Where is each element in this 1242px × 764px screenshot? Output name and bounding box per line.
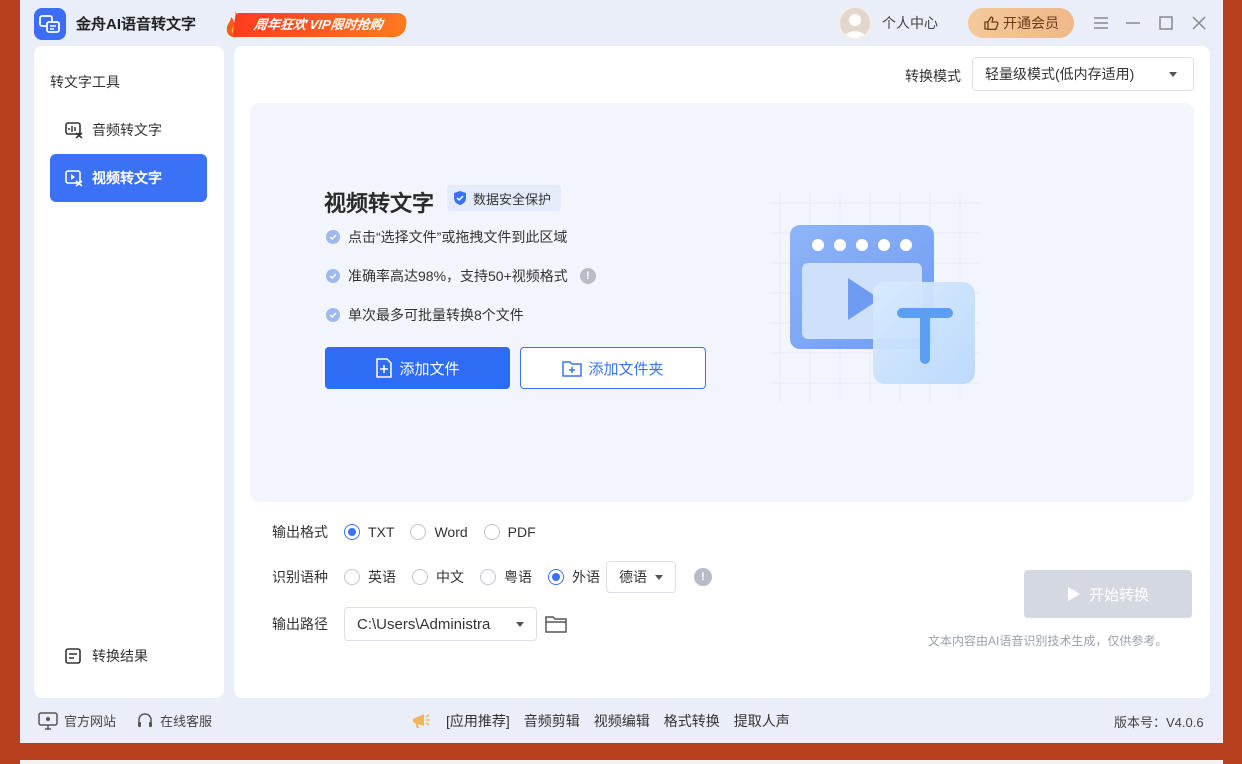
radio-english[interactable]: 英语 — [344, 567, 396, 587]
monitor-icon — [38, 711, 58, 730]
version-label: 版本号：V4.0.6 — [1114, 715, 1204, 730]
add-folder-icon — [562, 361, 583, 377]
start-convert-button[interactable]: 开始转换 — [1024, 570, 1192, 618]
recommend-label: [应用推荐] — [446, 713, 510, 729]
sidebar-heading: 转文字工具 — [50, 74, 120, 90]
feature-text: 单次最多可批量转换8个文件 — [348, 307, 524, 323]
radio-txt[interactable]: TXT — [344, 524, 394, 540]
output-format-label: 输出格式 — [272, 524, 328, 540]
sidebar-result-label: 转换结果 — [92, 648, 148, 664]
sidebar-item-label: 视频转文字 — [92, 170, 162, 186]
user-center-label: 个人中心 — [882, 15, 938, 31]
chevron-down-icon — [655, 574, 663, 580]
sidebar-item-video-to-text[interactable]: 视频转文字 — [50, 154, 207, 202]
radio-foreign[interactable]: 外语 — [548, 567, 600, 587]
output-path-label: 输出路径 — [272, 616, 328, 632]
minimize-icon[interactable] — [1122, 12, 1144, 34]
sidebar-item-results[interactable]: 转换结果 — [64, 646, 148, 666]
feature-line: 单次最多可批量转换8个文件 — [326, 305, 524, 325]
menu-icon[interactable] — [1090, 12, 1112, 34]
shield-icon — [454, 191, 466, 205]
app-recommend-bar: [应用推荐] 音频剪辑 视频编辑 格式转换 提取人声 — [410, 711, 790, 731]
info-icon[interactable]: ! — [694, 568, 712, 586]
vip-button-label: 开通会员 — [1003, 15, 1059, 31]
feature-line: 准确率高达98%，支持50+视频格式 ! — [326, 266, 596, 286]
background-window-edge — [20, 760, 1223, 764]
promo-text: 周年狂欢 VIP限时抢购 — [232, 13, 408, 37]
official-website-label: 官方网站 — [64, 714, 117, 729]
footer-link-audio-edit[interactable]: 音频剪辑 — [524, 711, 580, 731]
disclaimer: 文本内容由AI语音识别技术生成，仅供参考。 — [928, 634, 1168, 648]
add-folder-button[interactable]: 添加文件夹 — [520, 347, 706, 389]
chevron-down-icon — [1169, 72, 1177, 77]
thumb-up-icon — [984, 16, 999, 31]
app-title: 金舟AI语音转文字 — [76, 16, 197, 33]
main-panel: 转换模式 轻量级模式(低内存适用) 视频转文字 数据安全保护 点击“选择文件”或… — [234, 46, 1210, 698]
language-row: 识别语种 英语 中文 粤语 外语 德语 ! — [272, 561, 712, 593]
app-logo-icon — [34, 8, 66, 40]
title-bar: 金舟AI语音转文字 周年狂欢 VIP限时抢购 个人中心 开通会员 — [20, 0, 1223, 46]
folder-icon[interactable] — [545, 615, 567, 633]
maximize-icon[interactable] — [1155, 12, 1177, 34]
avatar — [838, 6, 872, 40]
output-format-row: 输出格式 TXT Word PDF — [272, 522, 552, 542]
start-convert-label: 开始转换 — [1088, 586, 1149, 604]
check-icon — [326, 308, 340, 322]
footer-link-format-convert[interactable]: 格式转换 — [664, 711, 720, 731]
language-label: 识别语种 — [272, 569, 328, 585]
radio-cantonese[interactable]: 粤语 — [480, 567, 532, 587]
online-service-link[interactable]: 在线客服 — [136, 711, 212, 730]
headset-icon — [138, 712, 152, 727]
check-icon — [326, 269, 340, 283]
vip-button[interactable]: 开通会员 — [968, 8, 1074, 38]
radio-word[interactable]: Word — [410, 524, 468, 540]
document-icon — [65, 648, 81, 664]
page-title: 视频转文字 — [324, 191, 435, 216]
sidebar-item-label: 音频转文字 — [92, 122, 162, 138]
online-service-label: 在线客服 — [160, 714, 213, 729]
footer-link-extract-voice[interactable]: 提取人声 — [734, 711, 790, 731]
security-badge-label: 数据安全保护 — [473, 191, 552, 207]
chevron-down-icon — [516, 621, 524, 627]
play-icon — [1067, 587, 1080, 601]
footer-link-video-edit[interactable]: 视频编辑 — [594, 711, 650, 731]
output-path-row: 输出路径 C:\Users\Administra — [272, 607, 567, 641]
sidebar: 转文字工具 音频转文字 视频转文字 转换结果 — [34, 46, 224, 698]
add-file-label: 添加文件 — [399, 360, 460, 378]
official-website-link[interactable]: 官方网站 — [38, 711, 116, 730]
mode-select-value: 轻量级模式(低内存适用) — [985, 66, 1135, 82]
mode-label: 转换模式 — [905, 68, 961, 84]
security-badge: 数据安全保护 — [447, 185, 562, 211]
audio-text-icon — [65, 122, 83, 139]
output-path-value: C:\Users\Administra — [357, 615, 491, 633]
user-center[interactable]: 个人中心 — [838, 6, 938, 40]
radio-chinese[interactable]: 中文 — [412, 567, 464, 587]
feature-text: 点击“选择文件”或拖拽文件到此区域 — [348, 229, 568, 245]
sidebar-item-audio-to-text[interactable]: 音频转文字 — [50, 106, 207, 154]
output-path-select[interactable]: C:\Users\Administra — [344, 607, 537, 641]
close-icon[interactable] — [1188, 12, 1210, 34]
add-file-icon — [376, 358, 393, 378]
video-text-icon — [65, 170, 83, 187]
foreign-language-value: 德语 — [619, 569, 647, 585]
drop-zone[interactable]: 视频转文字 数据安全保护 点击“选择文件”或拖拽文件到此区域 准确率高达98%，… — [250, 103, 1194, 502]
foreign-language-select[interactable]: 德语 — [606, 561, 676, 593]
check-icon — [326, 230, 340, 244]
add-file-button[interactable]: 添加文件 — [325, 347, 510, 389]
radio-pdf[interactable]: PDF — [483, 524, 536, 540]
megaphone-icon — [413, 714, 430, 728]
info-icon[interactable]: ! — [579, 268, 596, 284]
app-window: 金舟AI语音转文字 周年狂欢 VIP限时抢购 个人中心 开通会员 转文字工具 音… — [20, 0, 1223, 743]
promo-banner[interactable]: 周年狂欢 VIP限时抢购 — [220, 9, 410, 39]
feature-text: 准确率高达98%，支持50+视频格式 — [348, 268, 568, 284]
video-to-text-illustration-icon — [770, 193, 980, 403]
mode-select[interactable]: 轻量级模式(低内存适用) — [972, 57, 1194, 91]
feature-line: 点击“选择文件”或拖拽文件到此区域 — [326, 227, 567, 247]
add-folder-label: 添加文件夹 — [588, 360, 664, 378]
